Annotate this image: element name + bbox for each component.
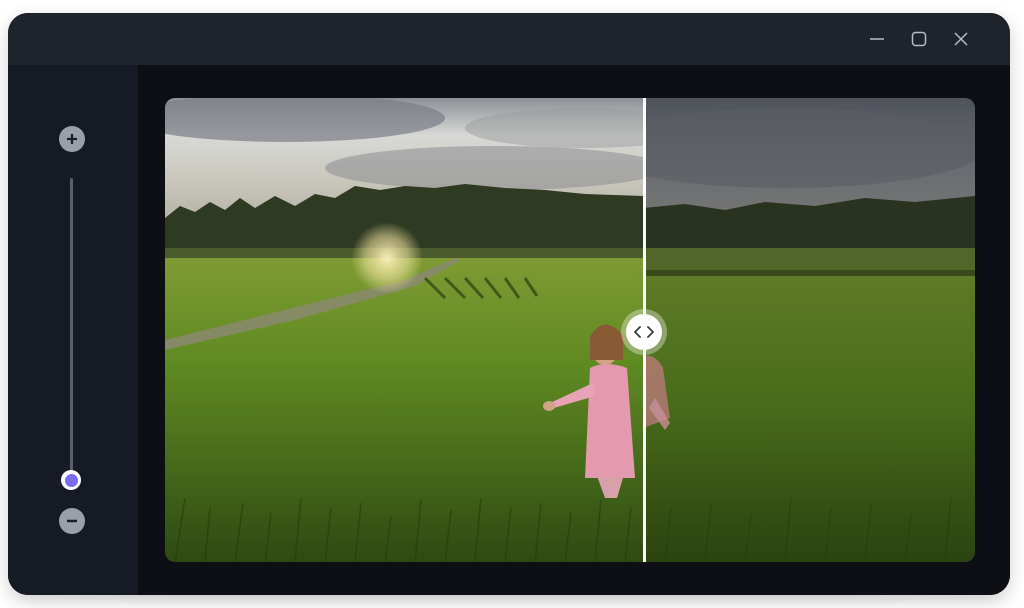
maximize-icon xyxy=(911,31,927,47)
zoom-sidebar xyxy=(8,65,138,595)
minus-icon xyxy=(67,519,77,523)
zoom-in-button[interactable] xyxy=(59,126,85,152)
close-button[interactable] xyxy=(948,27,974,51)
zoom-out-button[interactable] xyxy=(59,508,85,534)
minimize-icon xyxy=(870,38,884,40)
maximize-button[interactable] xyxy=(906,27,932,51)
compare-handle[interactable] xyxy=(626,314,662,350)
minimize-button[interactable] xyxy=(864,27,890,51)
zoom-slider-thumb[interactable] xyxy=(61,470,81,490)
chevrons-left-right-icon xyxy=(634,326,654,338)
close-icon xyxy=(954,32,968,46)
zoom-slider-track[interactable] xyxy=(70,178,73,480)
slider-thumb-dot xyxy=(64,473,78,487)
comparison-photo xyxy=(165,98,975,562)
title-bar xyxy=(8,13,1010,65)
plus-icon xyxy=(67,134,77,144)
photo-scene xyxy=(165,98,975,562)
